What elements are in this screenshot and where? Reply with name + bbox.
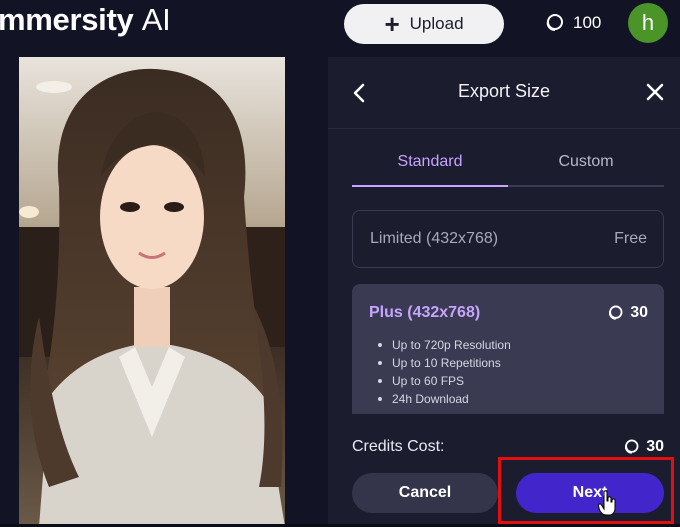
feature-list: Up to 720p Resolution Up to 10 Repetitio… xyxy=(374,336,511,408)
hand-cursor-icon xyxy=(598,490,616,516)
option-plus[interactable]: Plus (432x768) 30 Up to 720p Resolution … xyxy=(352,284,664,414)
feature-item: 24h Download xyxy=(374,390,511,408)
tab-standard[interactable]: Standard xyxy=(352,153,508,171)
active-tab-indicator xyxy=(352,185,508,187)
portrait-photo xyxy=(19,57,285,527)
image-preview-area xyxy=(0,46,328,527)
upload-button[interactable]: + Upload xyxy=(344,4,504,44)
tab-custom[interactable]: Custom xyxy=(508,153,664,171)
user-avatar[interactable]: h xyxy=(628,3,668,43)
top-bar: mmersity AI + Upload 100 h xyxy=(0,0,680,46)
credits-cost-value: 30 xyxy=(622,438,664,456)
credits-cost-label: Credits Cost: xyxy=(352,438,445,455)
credits-icon xyxy=(625,439,639,454)
panel-title: Export Size xyxy=(457,81,551,101)
size-tabs: Standard Custom xyxy=(352,147,664,187)
option-limited[interactable]: Limited (432x768) Free xyxy=(352,210,664,268)
option-price: 30 xyxy=(606,304,648,322)
feature-item: Up to 720p Resolution xyxy=(374,336,511,354)
option-name: Plus (432x768) xyxy=(369,304,481,321)
close-icon[interactable] xyxy=(646,83,664,101)
option-name: Limited (432x768) xyxy=(370,230,499,247)
upload-label: Upload xyxy=(409,14,464,33)
highlight-box xyxy=(498,457,674,524)
panel-header: Export Size xyxy=(328,57,680,129)
plus-icon: + xyxy=(384,9,400,39)
credits-icon xyxy=(609,305,623,320)
feature-item: Up to 10 Repetitions xyxy=(374,354,511,372)
app-logo[interactable]: mmersity AI xyxy=(0,2,171,38)
credits-counter[interactable]: 100 xyxy=(543,10,601,36)
credits-value: 100 xyxy=(573,13,602,32)
cancel-button[interactable]: Cancel xyxy=(352,473,498,513)
credits-icon xyxy=(546,14,563,31)
feature-item: Up to 60 FPS xyxy=(374,372,511,390)
option-price: Free xyxy=(614,230,647,247)
